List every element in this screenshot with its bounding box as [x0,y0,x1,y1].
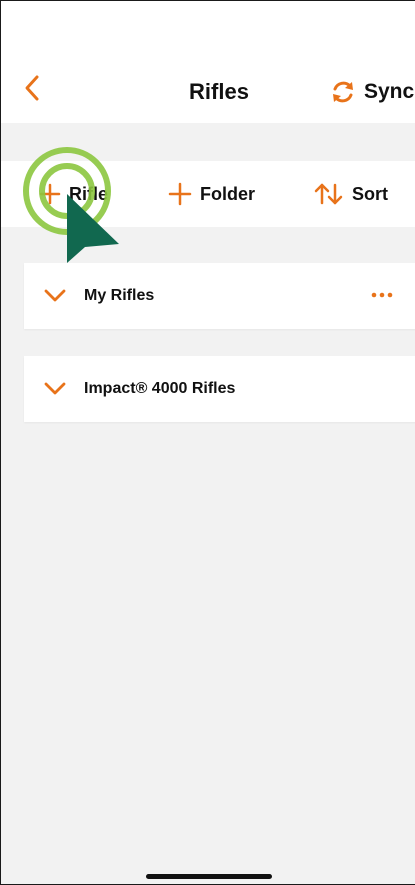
more-icon [371,292,393,298]
add-folder-button[interactable]: Folder [168,161,255,227]
plus-icon [168,182,192,206]
back-button[interactable] [19,71,49,111]
add-folder-label: Folder [200,183,256,204]
plus-icon [39,183,61,205]
sort-button[interactable]: Sort [314,161,388,227]
add-rifle-label: Rifle [69,183,109,204]
folder-label: My Rifles [84,287,155,304]
add-rifle-button[interactable]: Rifle [39,161,108,227]
navigation-bar: Rifles Sync [1,1,415,123]
app-screen: Rifles Sync Rifle Folder Sort My Rifles … [0,0,415,885]
folder-row-my-rifles[interactable]: My Rifles [24,263,415,329]
chevron-down-icon [44,382,66,395]
home-indicator [146,874,272,879]
sync-button[interactable]: Sync [330,77,414,107]
chevron-left-icon [25,75,39,101]
page-title: Rifles [189,79,249,104]
sort-label: Sort [352,183,388,204]
sync-icon [333,81,353,103]
folder-row-impact-4000[interactable]: Impact® 4000 Rifles [24,356,415,422]
sort-icon [314,183,343,205]
chevron-down-icon [44,289,66,302]
sync-label: Sync [364,80,415,103]
action-toolbar: Rifle Folder Sort [1,161,415,227]
more-options-button[interactable] [370,285,394,305]
folder-label: Impact® 4000 Rifles [84,380,236,397]
